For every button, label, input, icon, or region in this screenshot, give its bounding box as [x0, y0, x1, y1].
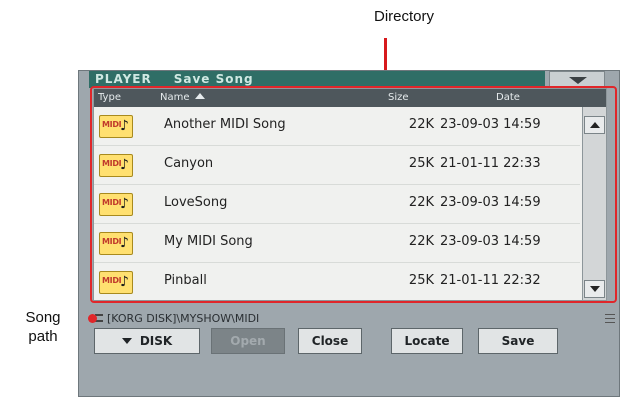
open-button[interactable]: Open [211, 328, 285, 354]
close-button[interactable]: Close [298, 328, 362, 354]
song-path-annotation-label: Song path [8, 308, 78, 346]
title-page: Save Song [173, 72, 254, 86]
list-menu-icon[interactable] [605, 314, 615, 323]
song-path-value: [KORG DISK]\MYSHOW\MIDI [107, 312, 260, 325]
title-mode: PLAYER [95, 72, 152, 86]
dropdown-arrow-icon [121, 338, 132, 344]
locate-button[interactable]: Locate [391, 328, 463, 354]
song-path-annotation-line1: Song [25, 309, 61, 326]
song-path-annotation-line2: path [28, 328, 58, 345]
disk-button-label: DISK [139, 334, 173, 348]
directory-highlight [90, 86, 617, 303]
save-button[interactable]: Save [478, 328, 558, 354]
disk-button[interactable]: DISK [94, 328, 200, 354]
directory-annotation-label: Directory [373, 8, 434, 25]
song-path-marker [88, 314, 97, 323]
song-path: [KORG DISK]\MYSHOW\MIDI [95, 312, 259, 325]
